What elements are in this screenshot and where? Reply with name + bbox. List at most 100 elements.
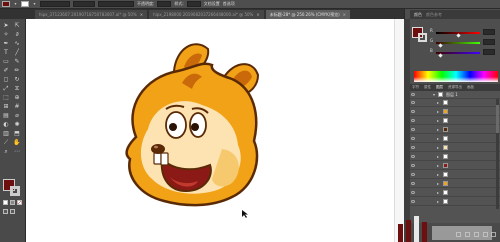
canvas[interactable] xyxy=(26,19,404,242)
screen-mode-icon[interactable] xyxy=(10,209,15,214)
blend-tool-icon[interactable]: ◐ xyxy=(2,121,10,129)
close-icon[interactable]: × xyxy=(140,10,143,19)
default-colors-icon[interactable] xyxy=(3,200,8,205)
visibility-eye-icon[interactable] xyxy=(411,146,415,149)
tab-color[interactable]: 颜色 xyxy=(414,12,422,18)
variable-width-field[interactable] xyxy=(73,1,95,7)
width-tool-icon[interactable]: ⧖ xyxy=(13,85,21,93)
visibility-eye-icon[interactable] xyxy=(411,173,415,176)
artboard-tool-icon[interactable]: ⬒ xyxy=(13,130,21,138)
visibility-eye-icon[interactable] xyxy=(411,128,415,131)
chevron-right-icon[interactable]: ▸ xyxy=(437,190,439,195)
sublayer-row[interactable]: ▸ xyxy=(410,189,500,197)
sublayer-row[interactable]: ▸ xyxy=(410,108,500,116)
sublayer-row[interactable]: ▸ xyxy=(410,162,500,170)
paintbrush-tool-icon[interactable]: ✎ xyxy=(13,58,21,66)
blue-slider-knob[interactable] xyxy=(438,53,443,58)
chevron-right-icon[interactable]: ▸ xyxy=(437,118,439,123)
chevron-right-icon[interactable]: ▸ xyxy=(437,181,439,186)
visibility-eye-icon[interactable] xyxy=(411,119,415,122)
edit-toolbar-icon[interactable]: ⋯ xyxy=(13,148,21,156)
line-tool-icon[interactable]: ╱ xyxy=(13,49,21,57)
fill-swatch[interactable] xyxy=(2,1,10,7)
tab-document-3[interactable]: 未标题-28* @ 250.26% (CMYK/预览) × xyxy=(265,10,350,19)
layer-row-top[interactable]: ▾ 图层 1 xyxy=(410,91,500,99)
brush-definition-field[interactable] xyxy=(98,1,134,7)
gradient-tool-icon[interactable]: ▤ xyxy=(2,112,10,120)
shape-builder-tool-icon[interactable]: ⊕ xyxy=(13,94,21,102)
stroke-swatch[interactable] xyxy=(21,1,29,7)
sublayer-row[interactable]: ▸ xyxy=(410,126,500,134)
selection-tool-icon[interactable]: ➤ xyxy=(2,22,10,30)
visibility-eye-icon[interactable] xyxy=(411,93,415,96)
layers-scrollbar[interactable] xyxy=(496,99,499,209)
chevron-right-icon[interactable]: ▸ xyxy=(437,109,439,114)
tab-properties[interactable]: 属性 xyxy=(424,85,431,90)
none-mode-icon[interactable] xyxy=(17,200,22,205)
chevron-right-icon[interactable]: ▸ xyxy=(437,163,439,168)
tab-document-1[interactable]: hipx_37123607 20190718750783007.ai* @ 50… xyxy=(35,10,148,19)
visibility-eye-icon[interactable] xyxy=(411,182,415,185)
scale-tool-icon[interactable]: ⤢ xyxy=(2,85,10,93)
shaper-tool-icon[interactable]: ✐ xyxy=(2,67,10,75)
blue-value-field[interactable] xyxy=(483,49,495,55)
visibility-eye-icon[interactable] xyxy=(411,164,415,167)
green-slider-knob[interactable] xyxy=(438,43,443,48)
red-value-field[interactable] xyxy=(483,29,495,35)
tab-color-guide[interactable]: 颜色参考 xyxy=(426,12,442,18)
pencil-tool-icon[interactable]: ✏ xyxy=(13,67,21,75)
magic-wand-tool-icon[interactable]: ✧ xyxy=(2,31,10,39)
stroke-weight-field[interactable] xyxy=(40,1,70,7)
chevron-down-icon[interactable]: ▾ xyxy=(433,92,435,97)
mesh-tool-icon[interactable]: # xyxy=(13,103,21,111)
eraser-tool-icon[interactable]: ◻ xyxy=(2,76,10,84)
tab-character[interactable]: 字符 xyxy=(412,85,419,90)
chevron-right-icon[interactable]: ▸ xyxy=(437,154,439,159)
chevron-right-icon[interactable]: ▸ xyxy=(437,100,439,105)
chevron-right-icon[interactable]: ▸ xyxy=(437,172,439,177)
chevron-down-icon[interactable]: ▾ xyxy=(32,1,37,7)
hand-tool-icon[interactable]: ✋ xyxy=(13,139,21,147)
pen-tool-icon[interactable]: ✒ xyxy=(2,40,10,48)
visibility-eye-icon[interactable] xyxy=(411,110,415,113)
perspective-grid-tool-icon[interactable]: ⊞ xyxy=(2,103,10,111)
opacity-field[interactable] xyxy=(157,1,172,7)
chevron-right-icon[interactable]: ▸ xyxy=(437,127,439,132)
close-icon[interactable]: × xyxy=(256,10,259,19)
sublayer-row[interactable]: ▸ xyxy=(410,144,500,152)
tab-asset-export[interactable]: 资源导出 xyxy=(448,85,462,90)
visibility-eye-icon[interactable] xyxy=(411,200,415,203)
free-transform-tool-icon[interactable]: ⬚ xyxy=(2,94,10,102)
sublayer-row[interactable]: ▸ xyxy=(410,198,500,206)
visibility-eye-icon[interactable] xyxy=(411,155,415,158)
visibility-eye-icon[interactable] xyxy=(411,191,415,194)
stroke-color-box[interactable] xyxy=(10,186,20,196)
column-graph-tool-icon[interactable]: ▥ xyxy=(2,130,10,138)
tab-layers[interactable]: 图层 xyxy=(436,85,443,90)
chevron-right-icon[interactable]: ▸ xyxy=(437,199,439,204)
type-tool-icon[interactable]: T xyxy=(2,49,10,57)
curvature-tool-icon[interactable]: ∿ xyxy=(13,40,21,48)
tab-document-2[interactable]: hipx_2198000 2019082037266448000.ai* @ 5… xyxy=(149,10,264,19)
scrollbar-grip[interactable] xyxy=(496,105,499,133)
tab-artboards[interactable]: 画板 xyxy=(467,85,474,90)
eyedropper-tool-icon[interactable]: ⌀ xyxy=(13,112,21,120)
sublayer-row[interactable]: ▸ xyxy=(410,171,500,179)
direct-selection-tool-icon[interactable]: ⇱ xyxy=(13,22,21,30)
slice-tool-icon[interactable]: ⟋ xyxy=(2,139,10,147)
chevron-down-icon[interactable]: ▾ xyxy=(13,1,18,7)
visibility-eye-icon[interactable] xyxy=(411,137,415,140)
green-value-field[interactable] xyxy=(483,39,495,45)
symbol-sprayer-tool-icon[interactable]: ✺ xyxy=(13,121,21,129)
green-slider[interactable] xyxy=(436,42,480,44)
chevron-right-icon[interactable]: ▸ xyxy=(437,145,439,150)
sublayer-row[interactable]: ▸ xyxy=(410,180,500,188)
sublayer-row[interactable]: ▸ xyxy=(410,117,500,125)
hamster-illustration[interactable] xyxy=(26,19,404,242)
close-icon[interactable]: × xyxy=(343,10,346,19)
sublayer-row[interactable]: ▸ xyxy=(410,153,500,161)
zoom-tool-icon[interactable]: ⌕ xyxy=(2,148,10,156)
lasso-tool-icon[interactable]: ∂ xyxy=(13,31,21,39)
sublayer-row[interactable]: ▸ xyxy=(410,135,500,143)
visibility-eye-icon[interactable] xyxy=(411,101,415,104)
